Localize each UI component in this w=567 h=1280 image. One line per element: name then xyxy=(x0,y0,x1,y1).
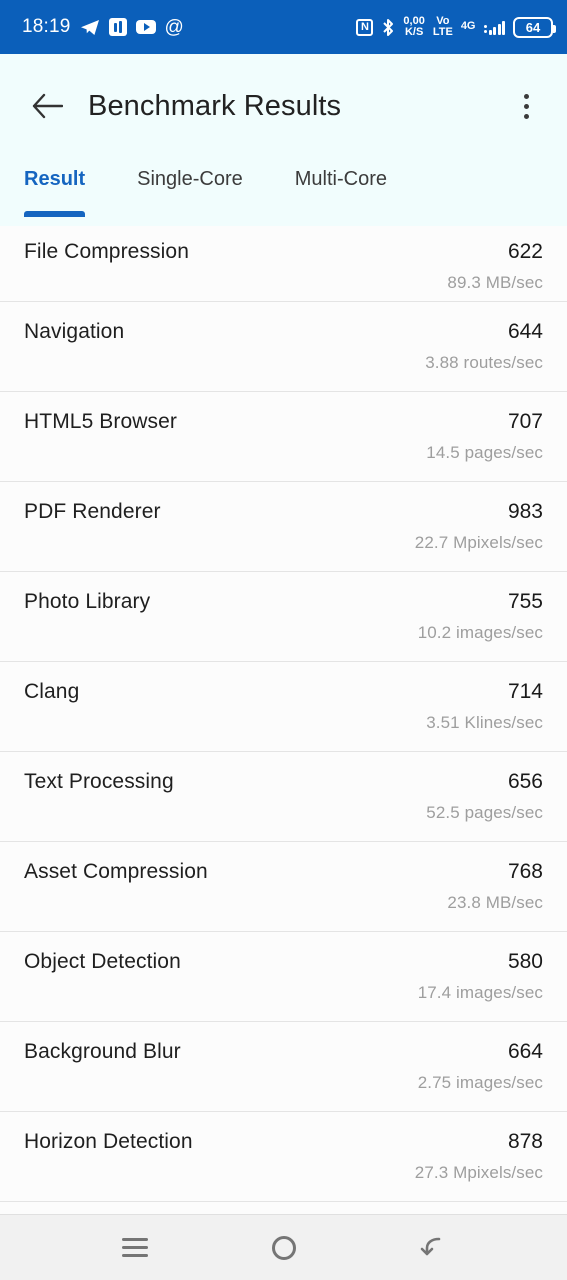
page-title: Benchmark Results xyxy=(88,89,342,122)
benchmark-name: Photo Library xyxy=(24,590,151,613)
benchmark-name: Navigation xyxy=(24,320,125,343)
benchmark-name: Horizon Detection xyxy=(24,1130,193,1153)
youtube-icon xyxy=(135,20,156,34)
phone-screen: 18:19 @ N 0,00 K/S Vo LTE 4G 64 Benchmar… xyxy=(0,0,567,1280)
bluetooth-icon xyxy=(381,18,395,37)
tab-bar: Result Single-Core Multi-Core xyxy=(0,158,567,226)
benchmark-rate: 89.3 MB/sec xyxy=(447,273,543,292)
circle-icon[interactable] xyxy=(254,1224,314,1272)
table-row[interactable]: Navigation 644 3.88 routes/sec xyxy=(0,302,567,392)
benchmark-score: 755 xyxy=(507,590,543,613)
benchmark-score: 707 xyxy=(507,410,543,433)
telegram-icon xyxy=(80,19,100,36)
battery-icon: 64 xyxy=(513,16,556,38)
table-row[interactable]: PDF Renderer 983 22.7 Mpixels/sec xyxy=(0,482,567,572)
system-navigation-bar xyxy=(0,1214,567,1280)
benchmark-rate: 10.2 images/sec xyxy=(417,623,543,642)
table-row[interactable]: Photo Library 755 10.2 images/sec xyxy=(0,572,567,662)
status-bar: 18:19 @ N 0,00 K/S Vo LTE 4G 64 xyxy=(0,0,567,54)
network-type-label: 4G xyxy=(460,20,476,33)
data-speed-indicator: 0,00 K/S xyxy=(403,15,424,39)
volte-icon: Vo LTE xyxy=(432,15,453,39)
benchmark-rate: 22.7 Mpixels/sec xyxy=(414,533,543,552)
table-row[interactable]: Clang 714 3.51 Klines/sec xyxy=(0,662,567,752)
back-arrow-icon[interactable] xyxy=(403,1224,463,1272)
benchmark-score: 656 xyxy=(507,770,543,793)
benchmark-name: File Compression xyxy=(24,240,189,263)
table-row[interactable]: Horizon Detection 878 27.3 Mpixels/sec xyxy=(0,1112,567,1202)
more-vertical-icon[interactable] xyxy=(503,83,549,129)
arrow-left-icon[interactable] xyxy=(24,83,70,129)
benchmark-rate: 2.75 images/sec xyxy=(417,1073,543,1092)
table-row[interactable]: Background Blur 664 2.75 images/sec xyxy=(0,1022,567,1112)
benchmark-name: Text Processing xyxy=(24,770,174,793)
benchmark-rate: 3.88 routes/sec xyxy=(425,353,543,372)
benchmark-name: HTML5 Browser xyxy=(24,410,177,433)
tab-multi-core[interactable]: Multi-Core xyxy=(295,158,387,191)
tab-result[interactable]: Result xyxy=(24,158,86,217)
benchmark-score: 878 xyxy=(507,1130,543,1153)
table-row[interactable]: Object Detection 580 17.4 images/sec xyxy=(0,932,567,1022)
benchmark-score: 714 xyxy=(507,680,543,703)
benchmark-name: Object Detection xyxy=(24,950,181,973)
table-row[interactable]: Text Processing 656 52.5 pages/sec xyxy=(0,752,567,842)
benchmark-results-list[interactable]: File Compression 622 89.3 MB/sec Navigat… xyxy=(0,212,567,1214)
status-bar-right: N 0,00 K/S Vo LTE 4G 64 xyxy=(356,15,556,39)
status-time: 18:19 xyxy=(22,16,71,37)
benchmark-score: 664 xyxy=(507,1040,543,1063)
app-icon xyxy=(108,18,127,36)
table-row[interactable]: Asset Compression 768 23.8 MB/sec xyxy=(0,842,567,932)
benchmark-rate: 52.5 pages/sec xyxy=(426,803,543,822)
benchmark-name: Clang xyxy=(24,680,80,703)
table-row[interactable]: HTML5 Browser 707 14.5 pages/sec xyxy=(0,392,567,482)
volte-bottom: LTE xyxy=(432,26,453,38)
benchmark-score: 580 xyxy=(507,950,543,973)
benchmark-name: Asset Compression xyxy=(24,860,208,883)
at-icon: @ xyxy=(164,16,184,38)
benchmark-rate: 23.8 MB/sec xyxy=(447,893,543,912)
benchmark-score: 983 xyxy=(507,500,543,523)
benchmark-score: 622 xyxy=(507,240,543,263)
status-bar-left: 18:19 @ xyxy=(22,16,184,38)
benchmark-name: PDF Renderer xyxy=(24,500,161,523)
benchmark-score: 768 xyxy=(507,860,543,883)
data-speed-unit: K/S xyxy=(404,26,424,38)
app-bar: Benchmark Results xyxy=(0,54,567,158)
benchmark-name: Background Blur xyxy=(24,1040,181,1063)
benchmark-rate: 14.5 pages/sec xyxy=(426,443,543,462)
benchmark-rate: 17.4 images/sec xyxy=(417,983,543,1002)
network-type: 4G xyxy=(460,20,476,33)
menu-icon[interactable] xyxy=(105,1224,165,1272)
benchmark-rate: 27.3 Mpixels/sec xyxy=(414,1163,543,1182)
signal-strength-icon xyxy=(483,20,505,35)
nfc-icon: N xyxy=(356,18,374,36)
benchmark-rate: 3.51 Klines/sec xyxy=(426,713,543,732)
benchmark-score: 644 xyxy=(507,320,543,343)
tab-single-core[interactable]: Single-Core xyxy=(137,158,243,191)
battery-level: 64 xyxy=(525,19,541,35)
